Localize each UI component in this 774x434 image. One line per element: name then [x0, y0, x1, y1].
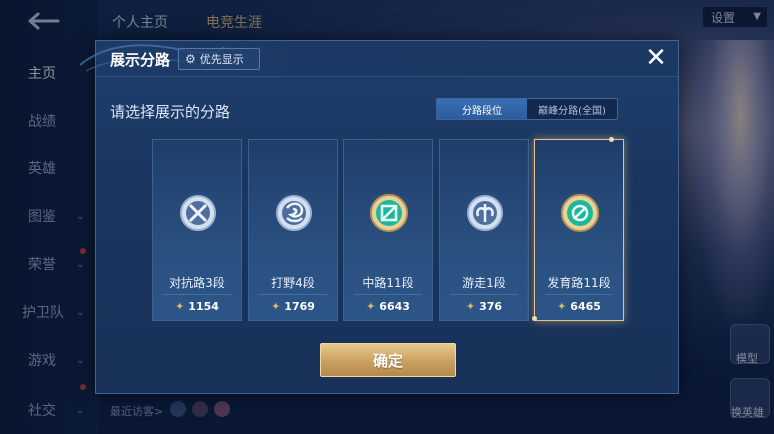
lane-card-jungle[interactable]: 打野4段 ✦ 1769 [248, 139, 338, 321]
lane-display-dialog: 展示分路 ⚙ 优先显示 ✕ 请选择展示的分路 分路段位 巅峰分路(全国) 对抗路… [79, 40, 679, 394]
lane-card-mid[interactable]: 中路11段 ✦ 6643 [343, 139, 433, 321]
card-rank-label: 对抗路3段 [169, 276, 225, 290]
divider [545, 294, 613, 295]
card-score: ✦ 6643 [366, 300, 410, 313]
divider [354, 294, 422, 295]
wing-mark-icon: ✦ [557, 300, 567, 313]
divider [259, 294, 327, 295]
selection-sparkle [609, 137, 614, 142]
selection-sparkle [532, 316, 537, 321]
wing-mark-icon: ✦ [271, 300, 281, 313]
dialog-header: 展示分路 ⚙ 优先显示 ✕ [79, 41, 678, 77]
close-button[interactable]: ✕ [644, 45, 668, 71]
card-score: ✦ 6465 [557, 300, 601, 313]
lane-card-list: 对抗路3段 ✦ 1154 打野4段 ✦ 1769 中路11段 ✦ 6643 游走… [152, 137, 632, 321]
tab-peak-lane-national[interactable]: 巅峰分路(全国) [527, 99, 617, 119]
lane-card-clash[interactable]: 对抗路3段 ✦ 1154 [152, 139, 242, 321]
jungle-emblem-icon [272, 191, 316, 235]
roam-emblem-icon [463, 191, 507, 235]
wing-mark-icon: ✦ [465, 300, 476, 313]
wing-mark-icon: ✦ [175, 300, 185, 313]
priority-display-button[interactable]: ⚙ 优先显示 [178, 48, 260, 70]
card-score: ✦ 376 [465, 300, 503, 313]
card-score: ✦ 1154 [175, 300, 219, 313]
dialog-title: 展示分路 [110, 51, 171, 69]
card-score: ✦ 1769 [271, 300, 315, 313]
confirm-button[interactable]: 确定 [320, 343, 456, 377]
wing-mark-icon: ✦ [366, 300, 376, 313]
dialog-prompt: 请选择展示的分路 [110, 103, 231, 121]
divider [163, 294, 231, 295]
clash-lane-emblem-icon [176, 191, 220, 235]
card-rank-label: 发育路11段 [547, 276, 611, 290]
tab-lane-rank[interactable]: 分路段位 [437, 99, 527, 119]
lane-card-roam[interactable]: 游走1段 ✦ 376 [439, 139, 529, 321]
farm-lane-emblem-icon [558, 191, 602, 235]
card-rank-label: 打野4段 [271, 276, 315, 290]
mid-lane-emblem-icon [367, 191, 411, 235]
lane-card-farm[interactable]: 发育路11段 ✦ 6465 [532, 137, 624, 321]
gear-icon: ⚙ [185, 52, 196, 66]
divider [450, 294, 518, 295]
card-rank-label: 中路11段 [362, 276, 414, 290]
rank-type-toggle: 分路段位 巅峰分路(全国) [436, 98, 618, 120]
card-rank-label: 游走1段 [462, 276, 506, 290]
